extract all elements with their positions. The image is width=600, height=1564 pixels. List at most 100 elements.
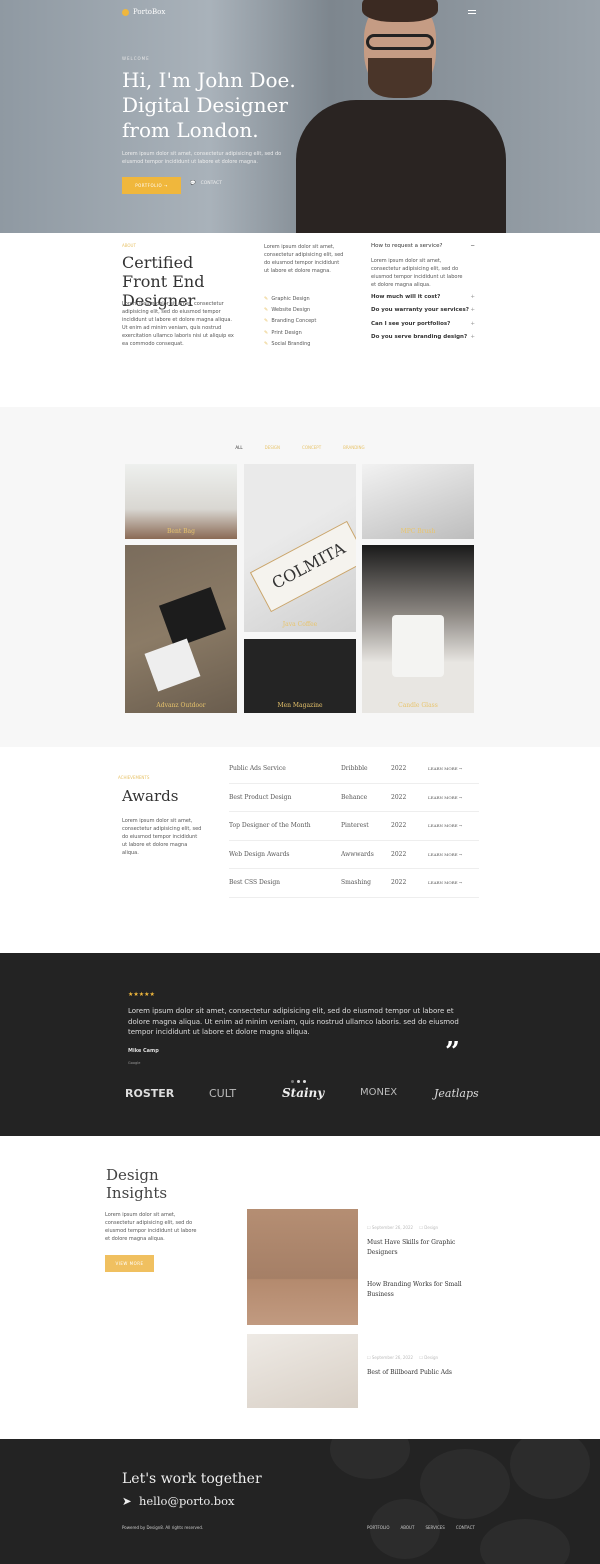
award-name: Web Design Awards xyxy=(229,850,290,858)
filter-concept[interactable]: CONCEPT xyxy=(302,445,321,450)
faq-item[interactable]: How much will it cost? + xyxy=(371,294,475,308)
testimonial-author: Mike Camp xyxy=(128,1048,159,1054)
award-row: Top Designer of the Month Pinterest 2022 LE… xyxy=(229,812,479,841)
plus-icon: + xyxy=(470,293,475,300)
view-more-button[interactable]: VIEW MORE xyxy=(105,1255,154,1272)
award-name: Top Designer of the Month xyxy=(229,822,311,829)
filter-branding[interactable]: BRANDING xyxy=(343,445,364,450)
award-site: Behance xyxy=(341,793,368,801)
post-title[interactable]: Must Have Skills for Graphic Designers xyxy=(367,1238,462,1258)
brand-logo: ROSTER xyxy=(125,1087,175,1100)
footer-link-portfolio[interactable]: PORTFOLIO xyxy=(367,1525,390,1530)
portfolio-button[interactable]: PORTFOLIO → xyxy=(122,177,181,194)
award-site: Pinterest xyxy=(341,822,369,829)
award-site: Dribbble xyxy=(341,765,368,772)
brand-logo: Jeatlaps xyxy=(434,1087,479,1100)
portfolio-item[interactable]: Men Magazine xyxy=(244,639,356,713)
portfolio-item[interactable]: Bent Bag xyxy=(125,464,237,539)
about-eyebrow: ABOUT xyxy=(122,243,136,248)
award-site: Awwwards xyxy=(341,850,374,858)
award-year: 2022 xyxy=(391,850,407,858)
learn-more-link[interactable]: LEARN MORE → xyxy=(428,880,462,885)
insights-section: Design Insights Lorem ipsum dolor sit am… xyxy=(0,1136,600,1439)
awards-title: Awards xyxy=(122,787,179,805)
testimonial-quote: Lorem ipsum dolor sit amet, consectetur … xyxy=(128,1007,459,1036)
pencil-icon: ✎ xyxy=(264,340,269,347)
pencil-icon: ✎ xyxy=(264,296,269,302)
award-row: Web Design Awards Awwwards 2022 LEARN MORE … xyxy=(229,841,479,869)
post-meta: ☐ September 26, 2022 ☐ Design xyxy=(367,1225,439,1230)
post-image[interactable] xyxy=(247,1209,358,1325)
insights-text: Lorem ipsum dolor sit amet, consectetur … xyxy=(105,1212,197,1242)
awards-section: ACHIEVEMENTS Awards Lorem ipsum dolor si… xyxy=(0,747,600,953)
filter-design[interactable]: DESIGN xyxy=(265,445,280,450)
testimonial-company: Google xyxy=(128,1061,141,1065)
hero-text: Lorem ipsum dolor sit amet, consectetur … xyxy=(122,151,282,165)
post-image[interactable] xyxy=(247,1334,358,1408)
award-site: Smashing xyxy=(341,879,371,886)
award-row: Public Ads Service Dribbble 2022 LEARN MORE… xyxy=(229,755,479,784)
award-row: Best Product Design Behance 2022 LEARN MORE… xyxy=(229,784,479,812)
award-name: Best CSS Design xyxy=(229,879,281,886)
insights-title: Design Insights xyxy=(106,1166,168,1202)
hamburger-icon[interactable] xyxy=(468,10,476,14)
plus-icon: + xyxy=(470,334,475,340)
faq-answer: Lorem ipsum dolor sit amet, consectetur … xyxy=(371,257,463,288)
portfolio-item[interactable]: COLMITA Java Coffee xyxy=(244,464,356,632)
portfolio-section: ALL DESIGN CONCEPT BRANDING Bent Bag COL… xyxy=(0,407,600,747)
post-meta: ☐ September 26, 2022 ☐ Design xyxy=(367,1355,439,1360)
about-intro: Lorem ipsum dolor sit amet, consectetur … xyxy=(264,244,344,274)
plus-icon: + xyxy=(470,320,475,327)
plus-icon: + xyxy=(470,307,475,313)
footer-link-contact[interactable]: CONTACT xyxy=(456,1525,475,1530)
faq-item[interactable]: Do you warranty your services? + xyxy=(371,307,475,321)
award-year: 2022 xyxy=(391,879,407,886)
copyright: Powered by Design8. All rights reserved. xyxy=(122,1525,204,1530)
faq-item[interactable]: Do you serve branding design? + xyxy=(371,334,475,348)
send-icon: ➤ xyxy=(122,1494,132,1508)
chat-icon: 💬 xyxy=(190,181,196,186)
learn-more-link[interactable]: LEARN MORE → xyxy=(428,852,462,857)
about-section: ABOUT Certified Front End Designer Lorem… xyxy=(0,233,600,407)
footer-email[interactable]: ➤ hello@porto.box xyxy=(122,1494,235,1508)
pencil-icon: ✎ xyxy=(264,318,269,325)
post-title[interactable]: How Branding Works for Small Business xyxy=(367,1280,462,1300)
carousel-dots[interactable] xyxy=(291,1080,306,1083)
brand-logo: MONEX xyxy=(360,1087,398,1098)
award-row: Best CSS Design Smashing 2022 LEARN MORE → xyxy=(229,869,479,898)
brand-logo: Stainy xyxy=(282,1086,325,1100)
portfolio-item[interactable]: Candle Glass xyxy=(362,545,474,713)
footer-link-services[interactable]: SERVICES xyxy=(425,1525,444,1530)
footer: Let's work together ➤ hello@porto.box Po… xyxy=(0,1439,600,1564)
quote-icon: ” xyxy=(445,1037,460,1067)
award-name: Best Product Design xyxy=(229,793,292,801)
pencil-icon: ✎ xyxy=(264,307,269,314)
portfolio-item[interactable]: Advanz Outdoor xyxy=(125,545,237,713)
post-title[interactable]: Best of Billboard Public Ads xyxy=(367,1368,467,1378)
about-text: Lorem ipsum dolor sit amet, consectetur … xyxy=(122,301,234,347)
logo[interactable]: PortoBox xyxy=(122,8,165,16)
portfolio-filters: ALL DESIGN CONCEPT BRANDING xyxy=(0,445,600,450)
testimonial-section: ★★★★★ Lorem ipsum dolor sit amet, consec… xyxy=(0,953,600,1136)
brand-logo: CULT xyxy=(209,1087,237,1100)
hero-section: PortoBox WELCOME Hi, I'm John Doe. Digit… xyxy=(0,0,600,233)
faq-item[interactable]: Can I see your portfolios? + xyxy=(371,321,475,335)
award-name: Public Ads Service xyxy=(229,765,286,772)
rating-stars: ★★★★★ xyxy=(128,991,155,998)
learn-more-link[interactable]: LEARN MORE → xyxy=(428,795,462,800)
faq-item-open[interactable]: How to request a service? − xyxy=(371,243,475,257)
pencil-icon: ✎ xyxy=(264,329,269,336)
services-list: ✎ Graphic Design ✎ Website Design ✎ Bran… xyxy=(264,296,317,347)
contact-button[interactable]: 💬 CONTACT xyxy=(190,181,222,186)
learn-more-link[interactable]: LEARN MORE → xyxy=(428,823,462,828)
minus-icon: − xyxy=(470,243,475,249)
awards-eyebrow: ACHIEVEMENTS xyxy=(118,775,150,780)
filter-all[interactable]: ALL xyxy=(235,445,242,450)
footer-title: Let's work together xyxy=(122,1471,262,1487)
hero-title: Hi, I'm John Doe. Digital Designer from … xyxy=(122,68,296,142)
footer-link-about[interactable]: ABOUT xyxy=(401,1525,415,1530)
hero-portrait xyxy=(296,0,506,233)
learn-more-link[interactable]: LEARN MORE → xyxy=(428,766,462,771)
award-year: 2022 xyxy=(391,822,407,829)
portfolio-item[interactable]: MPC Brush xyxy=(362,464,474,539)
